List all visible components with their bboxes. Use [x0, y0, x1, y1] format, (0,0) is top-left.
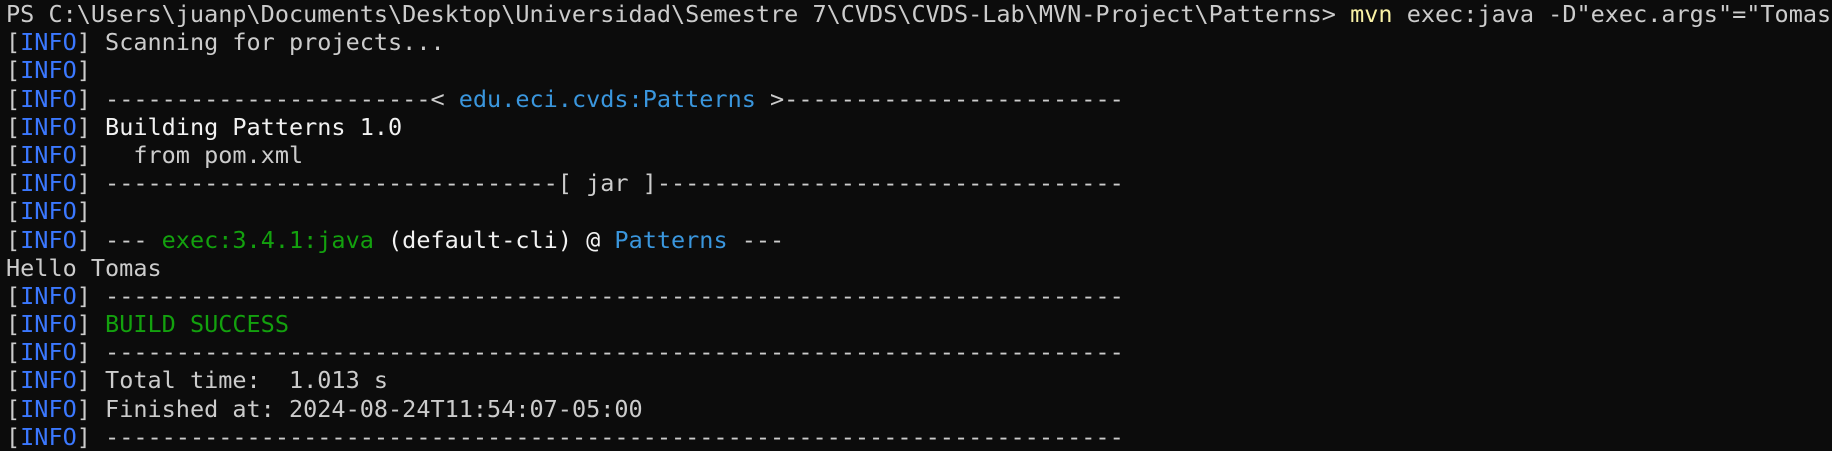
info-tag: INFO: [20, 366, 77, 395]
log-line-total-time: [INFO] Total time: 1.013 s: [6, 366, 389, 395]
log-line-build-success: [INFO] BUILD SUCCESS: [6, 310, 289, 339]
log-line-scanning: [INFO] Scanning for projects...: [6, 28, 445, 57]
info-tag: INFO: [20, 310, 77, 339]
info-tag: INFO: [20, 422, 77, 451]
info-tag: INFO: [20, 197, 77, 226]
info-tag: INFO: [20, 140, 77, 169]
plugin-id: exec:3.4.1:java: [161, 225, 374, 254]
log-line-separator: [INFO] ---------------------------------…: [6, 422, 1124, 451]
command-name: mvn: [1350, 0, 1393, 28]
info-tag: INFO: [20, 338, 77, 367]
log-line-separator: [INFO] ---------------------------------…: [6, 338, 1124, 367]
prompt-line: PS C:\Users\juanp\Documents\Desktop\Univ…: [6, 0, 1832, 28]
ps-prefix: PS: [6, 0, 49, 28]
info-tag: INFO: [20, 169, 77, 198]
log-line-separator: [INFO] ---------------------------------…: [6, 281, 1124, 310]
command-args: exec:java -D"exec.args"="Tomas": [1392, 0, 1832, 28]
log-line-finished-at: [INFO] Finished at: 2024-08-24T11:54:07-…: [6, 394, 643, 423]
log-line-jar-header: [INFO] --------------------------------[…: [6, 169, 1124, 198]
build-status: BUILD SUCCESS: [90, 310, 289, 339]
log-line-empty: [INFO]: [6, 56, 91, 85]
log-line-artifact-header: [INFO] -----------------------< edu.eci.…: [6, 84, 1124, 113]
info-tag: INFO: [20, 112, 77, 141]
info-tag: INFO: [20, 56, 77, 85]
program-output: Hello Tomas: [6, 253, 162, 282]
info-tag: INFO: [20, 225, 77, 254]
log-line-building: [INFO] Building Patterns 1.0: [6, 112, 403, 141]
terminal-window[interactable]: PS C:\Users\juanp\Documents\Desktop\Univ…: [0, 0, 1832, 451]
log-line-exec-plugin: [INFO] --- exec:3.4.1:java (default-cli)…: [6, 225, 785, 254]
info-tag: INFO: [20, 28, 77, 57]
prompt-path: C:\Users\juanp\Documents\Desktop\Univers…: [48, 0, 1351, 28]
info-tag: INFO: [20, 281, 77, 310]
log-line-empty: [INFO]: [6, 197, 91, 226]
project-name: Patterns: [614, 225, 728, 254]
info-tag: INFO: [20, 84, 77, 113]
log-line-from-pom: [INFO] from pom.xml: [6, 140, 304, 169]
info-tag: INFO: [20, 394, 77, 423]
artifact-id: edu.eci.cvds:Patterns: [458, 84, 756, 113]
